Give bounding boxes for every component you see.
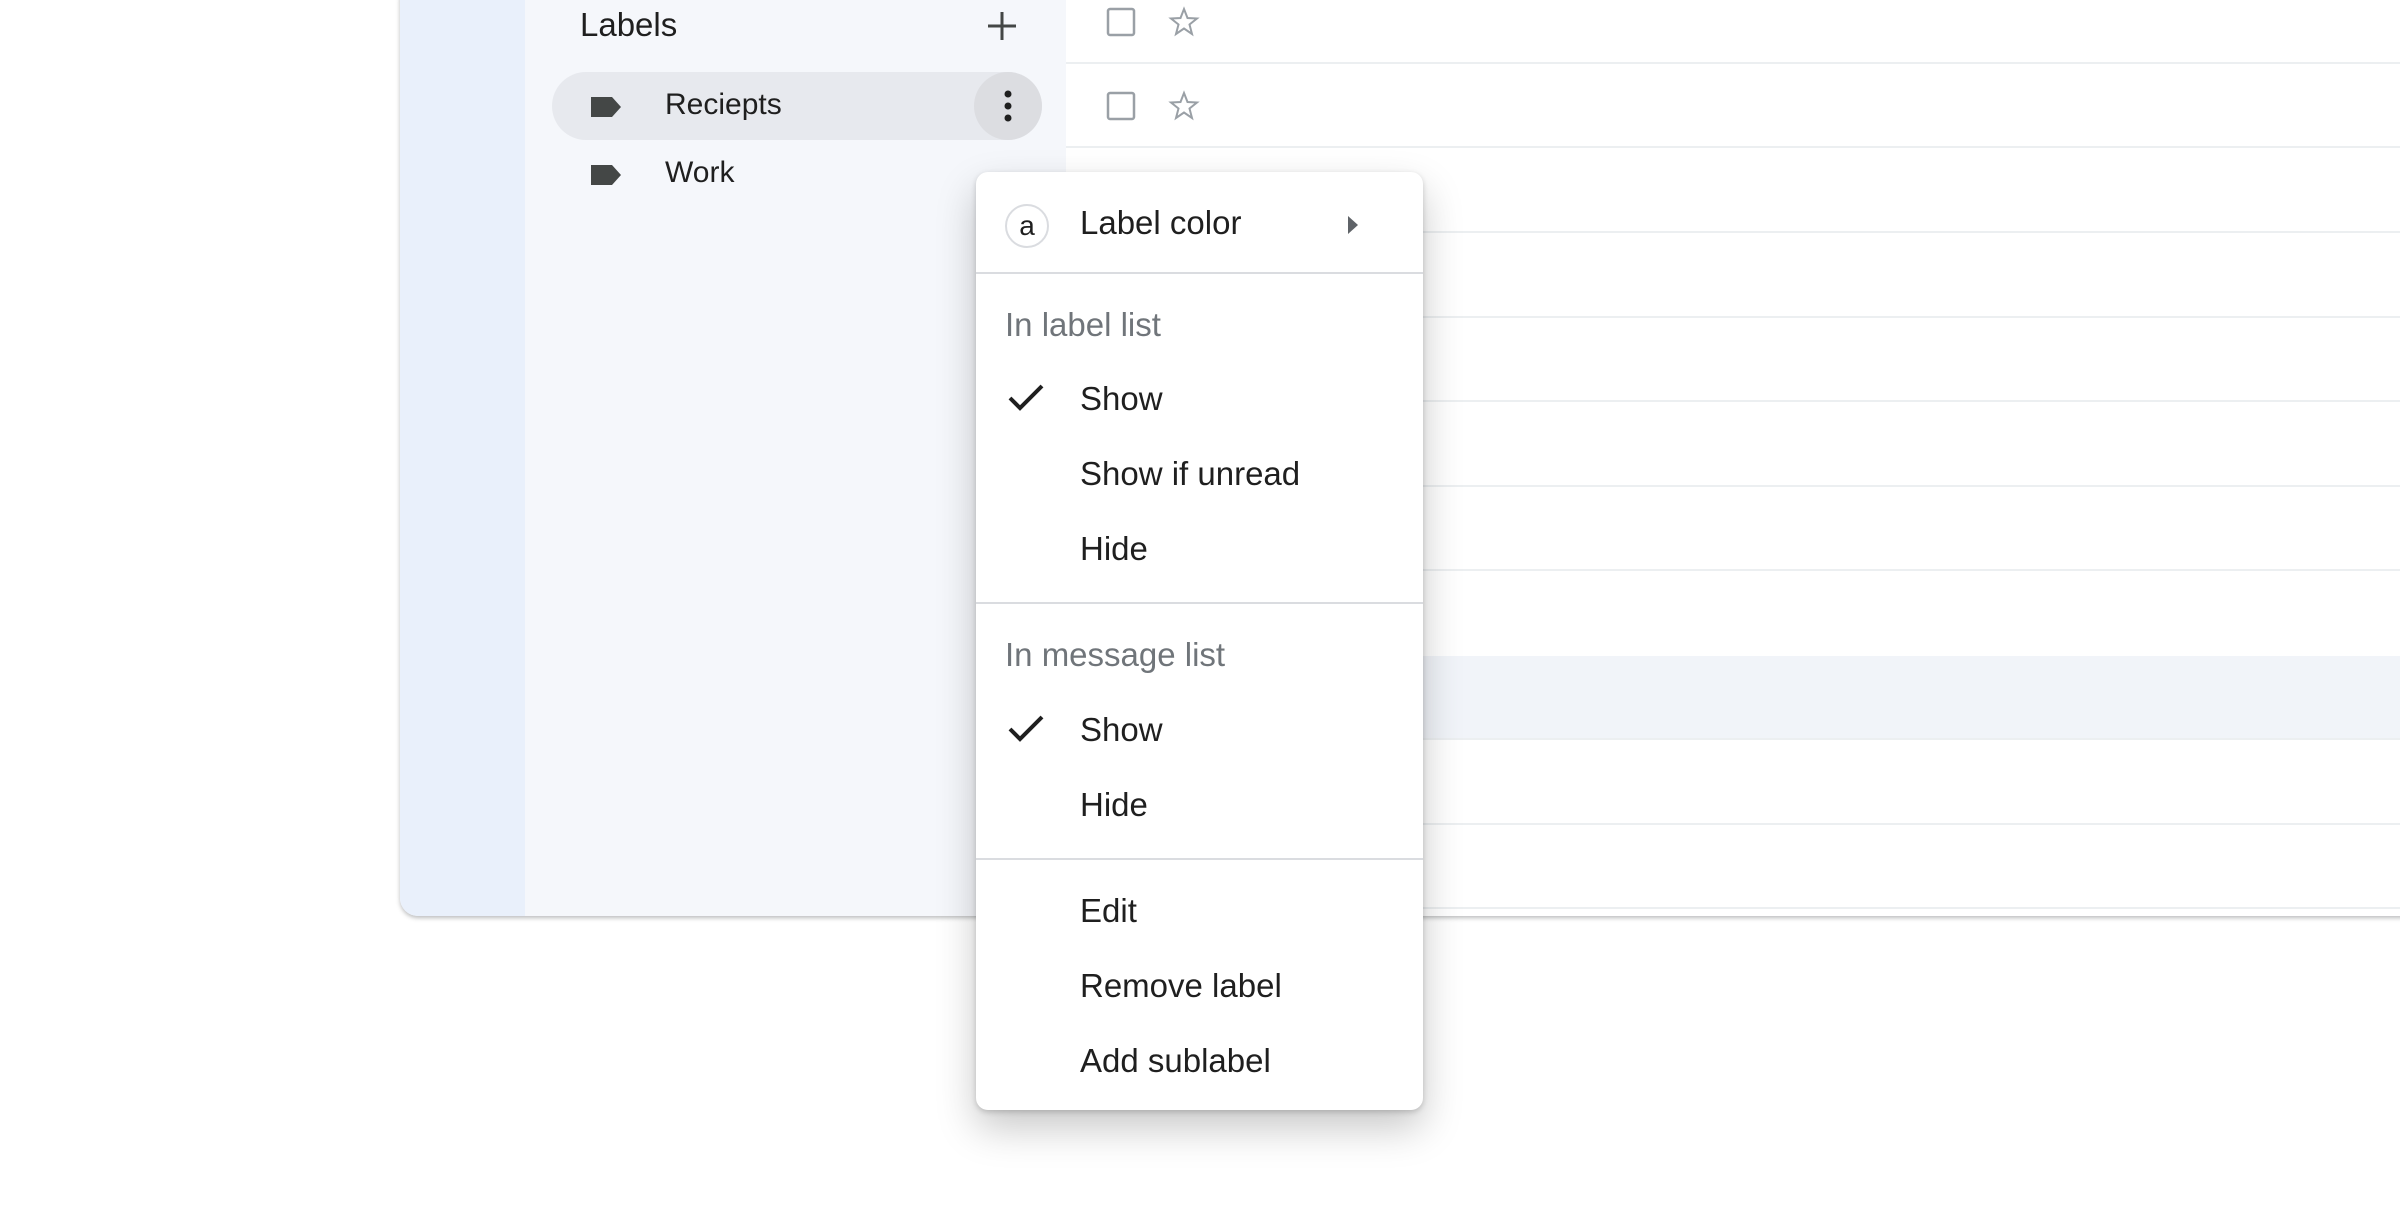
labels-header: Labels (580, 6, 1040, 46)
check-icon (1006, 380, 1046, 416)
menu-item-label: Show (1080, 711, 1163, 748)
menu-item-edit[interactable]: Edit (976, 874, 1423, 944)
menu-item-label: Show if unread (1080, 455, 1301, 492)
labels-heading: Labels (580, 6, 678, 43)
row-divider (1066, 146, 2400, 148)
check-icon (1006, 711, 1046, 747)
nav-rail (400, 0, 525, 916)
label-color-swatch: a (1005, 204, 1049, 248)
section-title-message-list: In message list (1005, 636, 1226, 673)
menu-item-add-sublabel[interactable]: Add sublabel (976, 1024, 1423, 1094)
submenu-arrow-icon (1348, 216, 1358, 234)
menu-item-label-list-show-if-unread[interactable]: Show if unread (976, 437, 1423, 507)
menu-item-label-list-show[interactable]: Show (976, 362, 1423, 432)
menu-item-label: Label color (1080, 204, 1242, 241)
menu-divider (976, 272, 1423, 274)
add-label-plus-icon[interactable] (980, 4, 1024, 48)
star-icon[interactable] (1168, 6, 1200, 38)
label-options-menu: a Label color In label list Show Show if… (976, 172, 1423, 1110)
menu-item-label: Edit (1080, 892, 1137, 929)
section-title-label-list: In label list (1005, 306, 1161, 343)
menu-item-message-list-show[interactable]: Show (976, 693, 1423, 763)
menu-item-label: Hide (1080, 530, 1148, 567)
menu-item-label: Remove label (1080, 967, 1282, 1004)
checkbox-icon[interactable] (1105, 90, 1137, 122)
menu-item-label-list-hide[interactable]: Hide (976, 512, 1423, 582)
sidebar-label-reciepts[interactable]: Reciepts (552, 72, 1042, 140)
more-vert-icon[interactable] (974, 72, 1042, 140)
menu-divider (976, 602, 1423, 604)
menu-item-label-color[interactable]: a Label color (976, 182, 1423, 262)
label-tag-icon (588, 162, 624, 188)
menu-item-label: Add sublabel (1080, 1042, 1271, 1079)
label-name: Reciepts (665, 88, 782, 121)
checkbox-icon[interactable] (1105, 6, 1137, 38)
label-tag-icon (588, 94, 624, 120)
menu-item-message-list-hide[interactable]: Hide (976, 768, 1423, 838)
row-divider (1066, 62, 2400, 64)
label-name: Work (665, 156, 735, 189)
star-icon[interactable] (1168, 90, 1200, 122)
menu-item-remove-label[interactable]: Remove label (976, 949, 1423, 1019)
menu-divider (976, 858, 1423, 860)
menu-item-label: Show (1080, 380, 1163, 417)
sidebar-label-work[interactable]: Work (552, 140, 1042, 208)
menu-item-label: Hide (1080, 786, 1148, 823)
